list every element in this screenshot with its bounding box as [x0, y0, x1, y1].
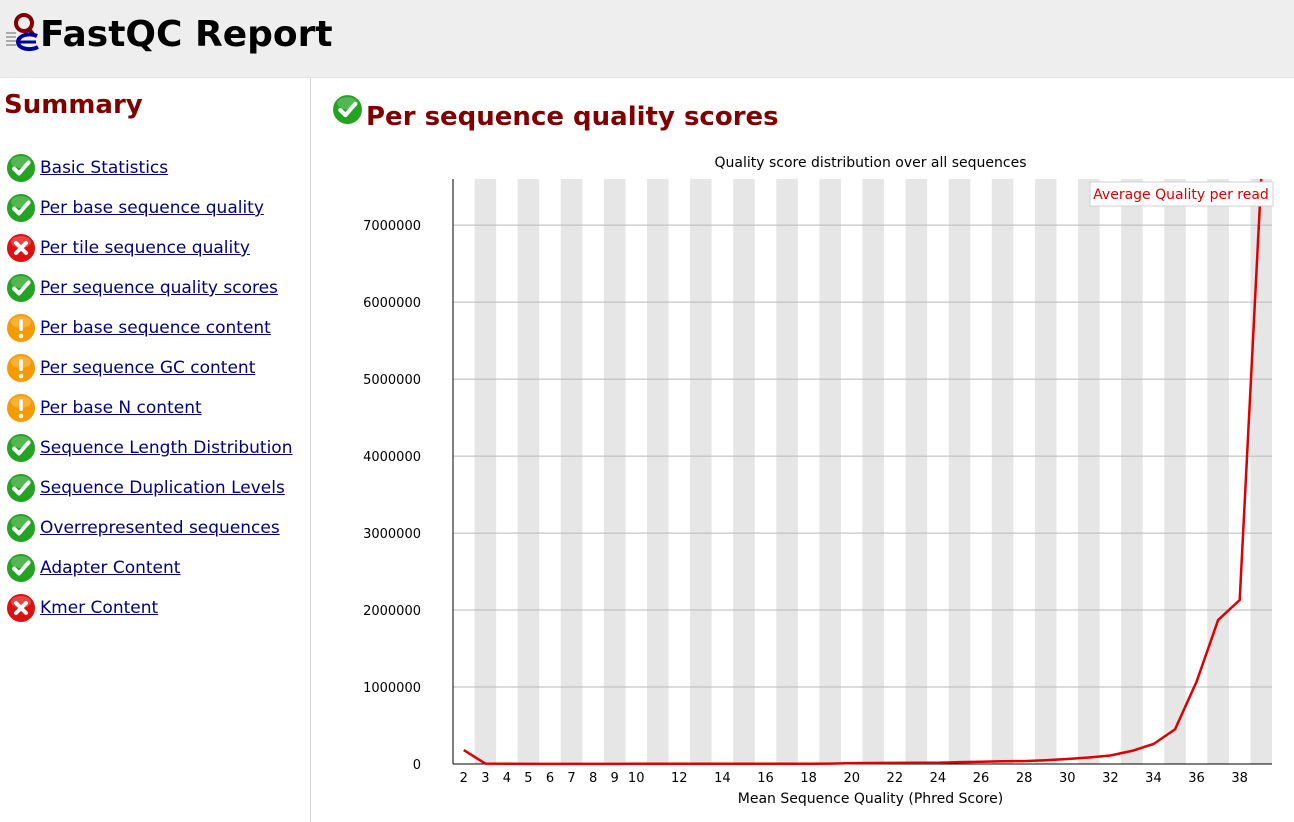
module-link[interactable]: Per sequence quality scores: [40, 278, 278, 298]
module-link[interactable]: Per sequence GC content: [40, 358, 255, 378]
fail-icon: [6, 593, 36, 623]
chart-stripe: [733, 179, 755, 764]
x-axis-label: Mean Sequence Quality (Phred Score): [738, 791, 1003, 807]
sidebar-item: Kmer Content: [0, 590, 305, 630]
chart-stripe: [991, 179, 1014, 764]
chart-stripe: [560, 179, 583, 764]
chart-stripe: [1034, 179, 1057, 764]
pass-icon: [6, 513, 36, 543]
header: FastQC Report: [0, 0, 1294, 78]
module-link[interactable]: Overrepresented sequences: [40, 518, 280, 538]
y-tick-label: 5000000: [363, 373, 421, 388]
x-tick-label: 30: [1059, 771, 1076, 786]
x-tick-label: 4: [503, 771, 511, 786]
pass-icon: [6, 273, 36, 303]
sidebar-item: Per base sequence content: [0, 310, 305, 350]
x-tick-label: 6: [546, 771, 554, 786]
x-tick-label: 32: [1102, 771, 1119, 786]
chart-stripe: [1121, 179, 1143, 764]
warn-icon: [6, 393, 36, 423]
pass-icon: [6, 553, 36, 583]
chart-stripe: [948, 179, 971, 764]
y-tick-label: 2000000: [363, 604, 421, 619]
y-tick-label: 7000000: [363, 219, 421, 234]
module-link[interactable]: Basic Statistics: [40, 158, 168, 178]
module-link[interactable]: Per base sequence content: [40, 318, 271, 338]
chart-title: Quality score distribution over all sequ…: [714, 155, 1026, 171]
chart-stripe: [603, 179, 626, 764]
pass-icon: [6, 473, 36, 503]
x-tick-label: 26: [973, 771, 990, 786]
fail-icon: [6, 233, 36, 263]
x-tick-label: 12: [671, 771, 688, 786]
sidebar-item: Overrepresented sequences: [0, 510, 305, 550]
chart-stripe: [1078, 179, 1100, 764]
x-tick-label: 9: [611, 771, 619, 786]
pass-icon: [6, 153, 36, 183]
x-tick-label: 28: [1016, 771, 1033, 786]
x-tick-label: 10: [628, 771, 645, 786]
chart-stripe: [1207, 179, 1229, 764]
sidebar-item: Per sequence quality scores: [0, 270, 305, 310]
sidebar-item: Basic Statistics: [0, 150, 305, 190]
chart-stripe: [905, 179, 928, 764]
y-tick-label: 6000000: [363, 296, 421, 311]
y-tick-label: 4000000: [363, 450, 421, 465]
sidebar-item: Per sequence GC content: [0, 350, 305, 390]
sidebar-item: Per tile sequence quality: [0, 230, 305, 270]
chart-stripe: [862, 179, 885, 764]
module-link[interactable]: Per tile sequence quality: [40, 238, 250, 258]
quality-score-chart: 0 1000000 2000000 3000000 4000000 5000000 6000…: [363, 155, 1274, 807]
pass-icon: [6, 193, 36, 223]
x-tick-label: 14: [714, 771, 731, 786]
chart-stripe: [1250, 179, 1272, 764]
x-tick-label: 16: [757, 771, 774, 786]
summary-sidebar: Summary Basic Statistics Per base sequenc…: [0, 78, 311, 822]
sidebar-item: Sequence Length Distribution: [0, 430, 305, 470]
warn-icon: [6, 353, 36, 383]
warn-icon: [6, 313, 36, 343]
x-tick-label: 5: [524, 771, 532, 786]
x-tick-label: 38: [1231, 771, 1248, 786]
x-tick-label: 18: [800, 771, 817, 786]
sidebar-item: Per base sequence quality: [0, 190, 305, 230]
summary-title: Summary: [4, 90, 143, 120]
module-link[interactable]: Sequence Length Distribution: [40, 438, 292, 458]
module-link[interactable]: Kmer Content: [40, 598, 158, 618]
y-tick-label: 0: [413, 758, 421, 773]
pass-icon: [6, 433, 36, 463]
chart-stripe: [646, 179, 669, 764]
sidebar-item: Sequence Duplication Levels: [0, 470, 305, 510]
x-tick-label: 34: [1145, 771, 1162, 786]
main-content: Per sequence quality scores 0 1000000 2000…: [311, 78, 1294, 822]
x-tick-label: 36: [1188, 771, 1205, 786]
module-link[interactable]: Per base N content: [40, 398, 202, 418]
x-tick-label: 2: [460, 771, 468, 786]
legend-label: Average Quality per read: [1093, 187, 1269, 203]
chart-stripe: [474, 179, 497, 764]
chart-stripe: [819, 179, 841, 764]
sidebar-item: Per base N content: [0, 390, 305, 430]
chart-stripe: [517, 179, 540, 764]
module-link[interactable]: Per base sequence quality: [40, 198, 264, 218]
chart-stripe: [1164, 179, 1186, 764]
y-tick-label: 3000000: [363, 527, 421, 542]
x-tick-label: 8: [589, 771, 597, 786]
x-tick-label: 20: [843, 771, 860, 786]
module-list: Basic Statistics Per base sequence qualit…: [0, 150, 305, 630]
module-link[interactable]: Adapter Content: [40, 558, 180, 578]
module-link[interactable]: Sequence Duplication Levels: [40, 478, 285, 498]
sidebar-item: Adapter Content: [0, 550, 305, 590]
x-tick-label: 3: [481, 771, 489, 786]
y-tick-label: 1000000: [363, 681, 421, 696]
fastqc-logo-icon: [6, 13, 39, 52]
x-tick-label: 22: [887, 771, 904, 786]
app-title: FastQC Report: [40, 14, 333, 55]
x-tick-label: 24: [930, 771, 947, 786]
chart-stripe: [690, 179, 712, 764]
chart-stripe: [776, 179, 798, 764]
x-tick-label: 7: [567, 771, 575, 786]
